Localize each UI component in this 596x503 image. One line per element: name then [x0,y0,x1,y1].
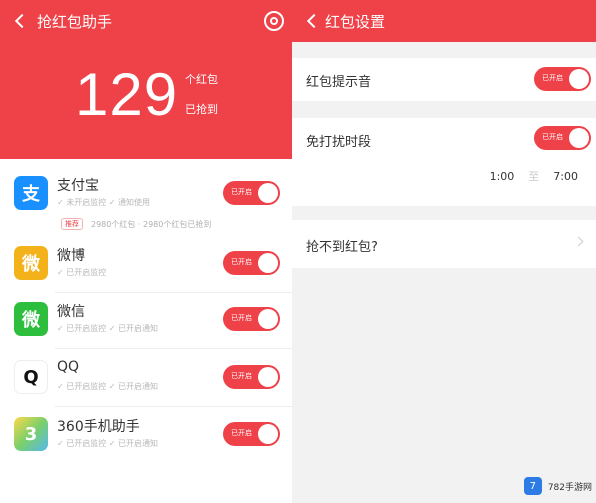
app-status: ✓ 未开启监控 ✓ 通知使用 [57,198,151,207]
dnd-time-range[interactable]: 1:00 至 7:00 [490,168,578,184]
qq-toggle[interactable]: 已开启 [223,365,280,389]
app-name: 支付宝 [57,178,99,194]
settings-icon[interactable] [264,11,284,31]
dnd-end-time[interactable]: 7:00 [553,170,578,183]
dnd-time-separator: 至 [528,170,540,183]
app-status: ✓ 已开启监控 ✓ 已开启通知 [57,382,159,391]
dnd-setting-card: 免打扰时段 已开启 1:00 至 7:00 [292,118,596,206]
faq-row[interactable]: 抢不到红包? [292,220,596,268]
settings-top-bar: 红包设置 [292,0,596,42]
app-status: ✓ 已开启监控 ✓ 已开启通知 [57,439,159,448]
watermark-text: 782手游网 [547,482,592,493]
list-item-wechat: 微 微信 ✓ 已开启监控 ✓ 已开启通知 已开启 [0,292,292,348]
screen: 抢红包助手 129 个红包 已抢到 支 支付宝 ✓ 未开启监控 ✓ 通知使用 已… [0,0,596,503]
settings-panel: 红包设置 红包提示音 已开启 免打扰时段 已开启 1:00 至 7:00 抢不到… [292,0,596,503]
360-assistant-icon: 3 [14,417,48,451]
toggle-label: 已开启 [231,258,252,266]
watermark: 7 782手游网 [523,477,592,495]
summary-header: 抢红包助手 129 个红包 已抢到 [0,0,292,159]
faq-label: 抢不到红包? [306,240,378,255]
toggle-knob [258,424,278,444]
toggle-knob [258,367,278,387]
toggle-knob [258,183,278,203]
dnd-toggle[interactable]: 已开启 [534,126,591,150]
divider [55,348,292,349]
toggle-knob [569,69,589,89]
dnd-start-time[interactable]: 1:00 [490,170,515,183]
toggle-label: 已开启 [231,314,252,322]
toggle-label: 已开启 [231,372,252,380]
360-toggle[interactable]: 已开启 [223,422,280,446]
main-panel: 抢红包助手 129 个红包 已抢到 支 支付宝 ✓ 未开启监控 ✓ 通知使用 已… [0,0,292,503]
count-unit-label: 个红包 [185,73,218,86]
wechat-toggle[interactable]: 已开启 [223,307,280,331]
settings-back-button[interactable] [304,11,320,31]
redpacket-count: 129 [75,61,179,128]
settings-title: 红包设置 [325,13,386,31]
weibo-icon: 微 [14,246,48,280]
app-status: ✓ 已开启监控 [57,268,107,277]
app-name: 360手机助手 [57,419,140,435]
list-item-qq: Q QQ ✓ 已开启监控 ✓ 已开启通知 已开启 [0,350,292,406]
notice-text: 2980个红包 · 2980个红包已抢到 [91,219,212,229]
qq-icon: Q [14,360,48,394]
alipay-toggle[interactable]: 已开启 [223,181,280,205]
list-item-360: 3 360手机助手 ✓ 已开启监控 ✓ 已开启通知 已开启 [0,407,292,463]
dnd-label: 免打扰时段 [306,135,372,150]
app-name: QQ [57,359,80,375]
toggle-label: 已开启 [231,429,252,437]
count-caption: 已抢到 [185,103,218,116]
toggle-label: 已开启 [542,74,563,82]
list-item-weibo: 微 微博 ✓ 已开启监控 已开启 [0,236,292,292]
app-name: 微信 [57,304,85,320]
toggle-knob [569,128,589,148]
app-status: ✓ 已开启监控 ✓ 已开启通知 [57,324,159,333]
weibo-toggle[interactable]: 已开启 [223,251,280,275]
list-item-alipay: 支 支付宝 ✓ 未开启监控 ✓ 通知使用 已开启 [0,166,292,222]
sound-setting-row: 红包提示音 已开启 [292,58,596,101]
sound-toggle[interactable]: 已开启 [534,67,591,91]
top-bar: 抢红包助手 [0,0,292,42]
toggle-knob [258,309,278,329]
toggle-label: 已开启 [231,188,252,196]
chevron-right-icon [573,236,584,247]
notice-bar: 推荐 2980个红包 · 2980个红包已抢到 [61,216,211,232]
sound-label: 红包提示音 [306,75,372,90]
alipay-icon: 支 [14,176,48,210]
watermark-logo: 7 [523,477,542,495]
back-button[interactable] [12,11,28,31]
toggle-label: 已开启 [542,133,563,141]
notice-tag: 推荐 [61,218,83,230]
page-title: 抢红包助手 [37,13,113,31]
app-name: 微博 [57,248,85,264]
wechat-icon: 微 [14,302,48,336]
toggle-knob [258,253,278,273]
